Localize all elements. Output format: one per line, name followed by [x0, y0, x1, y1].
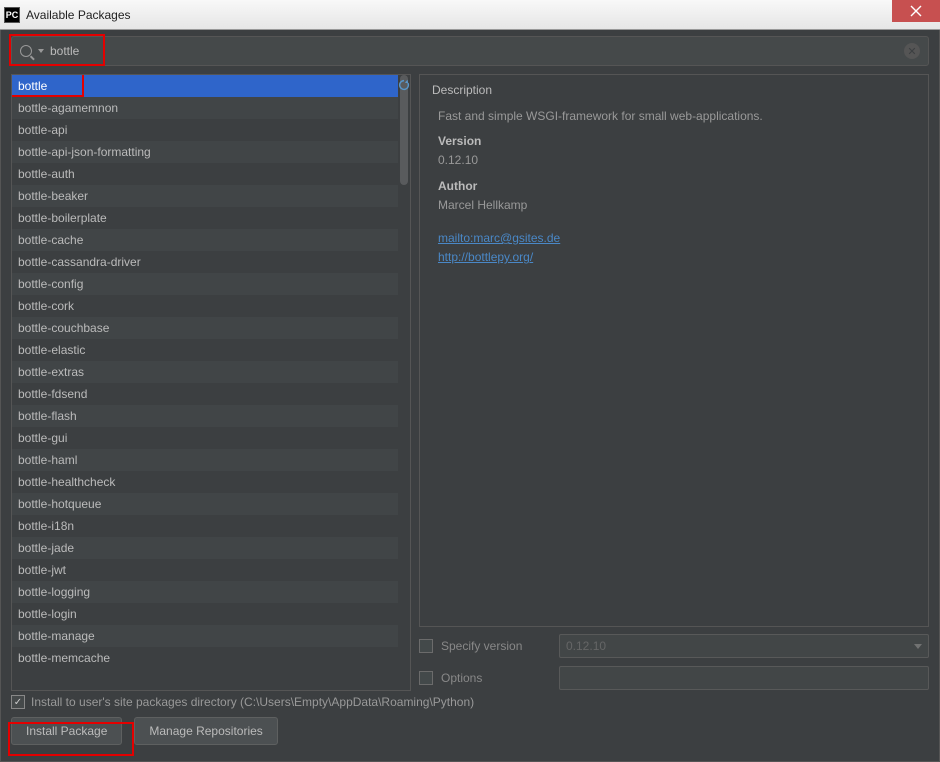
specify-version-field[interactable]: 0.12.10 — [559, 634, 929, 658]
package-item[interactable]: bottle-extras — [12, 361, 398, 383]
package-item[interactable]: bottle-flash — [12, 405, 398, 427]
refresh-button[interactable] — [393, 74, 415, 96]
package-item[interactable]: bottle-i18n — [12, 515, 398, 537]
package-summary: Fast and simple WSGI-framework for small… — [438, 107, 910, 126]
package-item[interactable]: bottle-jade — [12, 537, 398, 559]
package-item[interactable]: bottle-haml — [12, 449, 398, 471]
package-item[interactable]: bottle-auth — [12, 163, 398, 185]
window-title: Available Packages — [26, 8, 131, 22]
package-item[interactable]: bottle-logging — [12, 581, 398, 603]
search-icon — [20, 45, 32, 57]
options-row: Options — [419, 665, 929, 691]
package-item[interactable]: bottle-jwt — [12, 559, 398, 581]
description-heading: Description — [432, 83, 916, 97]
bottom-bar: ✓ Install to user's site packages direct… — [11, 695, 929, 753]
manage-repositories-button[interactable]: Manage Repositories — [134, 717, 277, 745]
package-link-mail[interactable]: mailto:marc@gsites.de — [438, 231, 560, 245]
install-to-user-row: ✓ Install to user's site packages direct… — [11, 695, 929, 709]
package-list-container: bottlebottle-agamemnonbottle-apibottle-a… — [11, 74, 411, 691]
package-item[interactable]: bottle-cork — [12, 295, 398, 317]
buttons-row: Install Package Manage Repositories — [11, 717, 929, 745]
package-item[interactable]: bottle-api-json-formatting — [12, 141, 398, 163]
package-item[interactable]: bottle-beaker — [12, 185, 398, 207]
chevron-down-icon — [914, 644, 922, 649]
options-label: Options — [441, 671, 551, 685]
specify-version-checkbox[interactable] — [419, 639, 433, 653]
close-button[interactable] — [892, 0, 940, 22]
details-pane: Description Fast and simple WSGI-framewo… — [419, 74, 929, 691]
description-box: Description Fast and simple WSGI-framewo… — [419, 74, 929, 627]
package-item[interactable]: bottle-boilerplate — [12, 207, 398, 229]
package-list[interactable]: bottlebottle-agamemnonbottle-apibottle-a… — [12, 75, 398, 690]
specify-version-label: Specify version — [441, 639, 551, 653]
content-area: bottlebottle-agamemnonbottle-apibottle-a… — [11, 74, 929, 691]
package-item[interactable]: bottle-healthcheck — [12, 471, 398, 493]
package-list-pane: bottlebottle-agamemnonbottle-apibottle-a… — [11, 74, 411, 691]
app-icon: PC — [4, 7, 20, 23]
package-item[interactable]: bottle-manage — [12, 625, 398, 647]
install-to-user-checkbox[interactable]: ✓ — [11, 695, 25, 709]
description-content: Fast and simple WSGI-framework for small… — [432, 107, 916, 267]
package-item[interactable]: bottle-config — [12, 273, 398, 295]
package-item[interactable]: bottle-elastic — [12, 339, 398, 361]
search-row: ✕ — [11, 36, 929, 66]
search-scope-dropdown-icon[interactable] — [38, 49, 44, 53]
package-version: 0.12.10 — [438, 151, 910, 170]
package-item[interactable]: bottle-api — [12, 119, 398, 141]
package-item[interactable]: bottle-couchbase — [12, 317, 398, 339]
package-list-scrollbar[interactable] — [398, 75, 410, 690]
specify-version-row: Specify version 0.12.10 — [419, 633, 929, 659]
install-package-button[interactable]: Install Package — [11, 717, 122, 745]
package-item[interactable]: bottle-memcache — [12, 647, 398, 669]
version-label: Version — [438, 132, 910, 151]
package-item[interactable]: bottle-login — [12, 603, 398, 625]
package-link-home[interactable]: http://bottlepy.org/ — [438, 250, 533, 264]
clear-search-icon[interactable]: ✕ — [904, 43, 920, 59]
package-item[interactable]: bottle-cache — [12, 229, 398, 251]
package-item[interactable]: bottle — [12, 75, 398, 97]
package-item[interactable]: bottle-gui — [12, 427, 398, 449]
search-input[interactable] — [50, 44, 904, 58]
package-item[interactable]: bottle-cassandra-driver — [12, 251, 398, 273]
titlebar: PC Available Packages — [0, 0, 940, 30]
package-item[interactable]: bottle-agamemnon — [12, 97, 398, 119]
dialog-body: ✕ bottlebottle-agamemnonbottle-apibottle… — [0, 30, 940, 762]
package-item[interactable]: bottle-fdsend — [12, 383, 398, 405]
package-author: Marcel Hellkamp — [438, 196, 910, 215]
specify-version-value: 0.12.10 — [566, 639, 606, 653]
options-checkbox[interactable] — [419, 671, 433, 685]
author-label: Author — [438, 177, 910, 196]
package-item[interactable]: bottle-hotqueue — [12, 493, 398, 515]
options-field[interactable] — [559, 666, 929, 690]
install-to-user-label: Install to user's site packages director… — [31, 695, 474, 709]
